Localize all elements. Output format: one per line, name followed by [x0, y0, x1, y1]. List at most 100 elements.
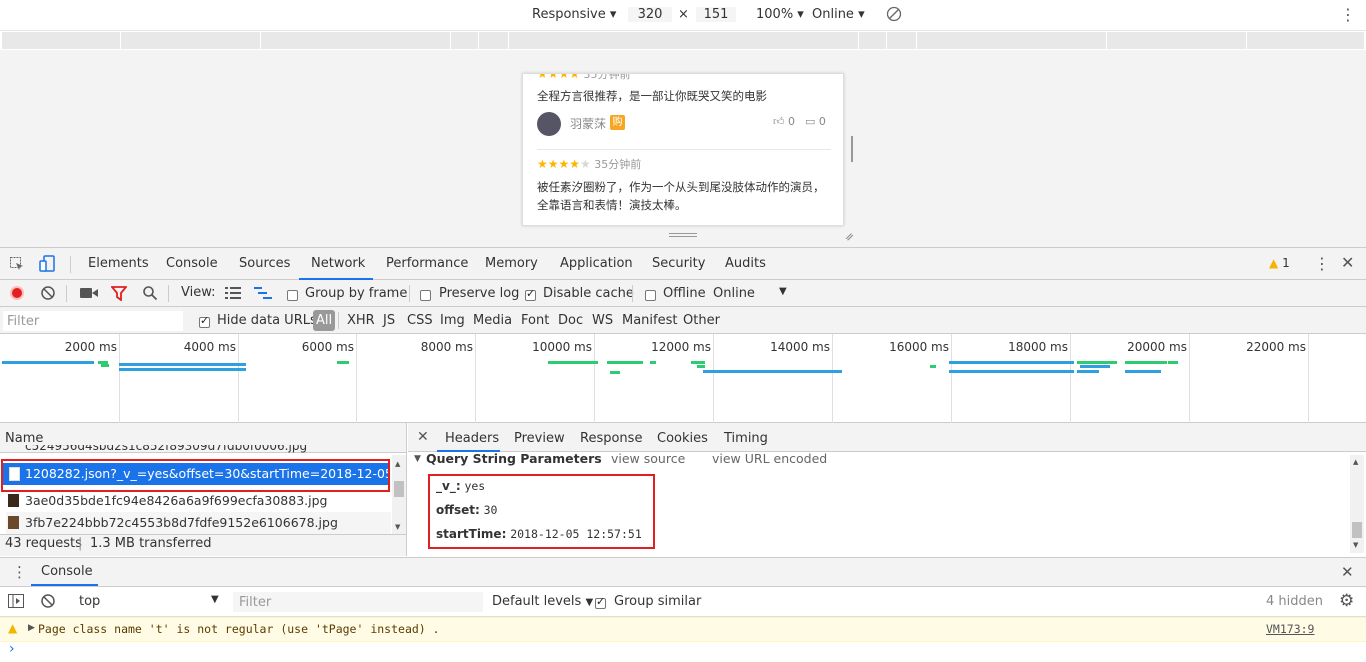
log-levels-select[interactable]: Default levels ▼	[492, 594, 593, 609]
warning-counter[interactable]: ▲ 1	[1269, 256, 1290, 270]
offline-label: Offline	[663, 286, 706, 301]
console-warning-message[interactable]: ▲ ▶ Page class name 't' is not regular (…	[0, 617, 1366, 642]
offline-checkbox[interactable]	[645, 287, 656, 302]
tab-memory[interactable]: Memory	[485, 256, 538, 271]
scrollbar[interactable]: ▲ ▼	[1350, 455, 1364, 553]
avatar[interactable]	[537, 112, 561, 136]
device-toolbar-icon[interactable]	[39, 255, 55, 276]
group-by-frame-checkbox[interactable]	[287, 287, 298, 302]
more-options-icon[interactable]: ⋮	[1340, 5, 1356, 24]
type-filter-manifest[interactable]: Manifest	[622, 313, 677, 328]
view-url-encoded-link[interactable]: view URL encoded	[712, 451, 827, 466]
type-filter-xhr[interactable]: XHR	[347, 313, 375, 328]
close-devtools-icon[interactable]: ✕	[1341, 253, 1354, 272]
group-similar-checkbox[interactable]	[595, 595, 606, 610]
type-filter-all[interactable]: All	[313, 310, 335, 331]
like-button[interactable]: 👍︎ 0	[773, 115, 795, 128]
filter-icon[interactable]	[110, 286, 128, 304]
highlight-box-params	[428, 474, 655, 549]
review-comment-1: 全程方言很推荐，是一部让你既哭又笑的电影	[537, 89, 767, 103]
warning-source-link[interactable]: VM173:9	[1266, 622, 1314, 636]
type-filter-css[interactable]: CSS	[407, 313, 433, 328]
type-filter-doc[interactable]: Doc	[558, 313, 583, 328]
search-icon[interactable]	[142, 285, 158, 304]
timeline-tick-label: 12000 ms	[651, 340, 711, 354]
tab-headers[interactable]: Headers	[445, 431, 499, 446]
viewport-width-input[interactable]: 320	[628, 7, 672, 22]
close-detail-icon[interactable]: ✕	[417, 429, 429, 445]
resize-corner-icon[interactable]: ═	[842, 229, 857, 244]
preserve-log-checkbox[interactable]	[420, 287, 431, 302]
network-throttle-select[interactable]: Online ▾	[812, 7, 865, 22]
warning-text: Page class name 't' is not regular (use …	[38, 622, 440, 636]
tab-network[interactable]: Network	[311, 256, 365, 271]
name-column-header[interactable]: Name	[5, 431, 43, 446]
tab-security[interactable]: Security	[652, 256, 705, 271]
device-frame: ★★★★ 35分钟前 全程方言很推荐，是一部让你既哭又笑的电影 羽蒙莯 购 👍︎…	[522, 73, 844, 226]
image-icon	[8, 494, 19, 507]
devtools-menu-icon[interactable]: ⋮	[1314, 254, 1330, 273]
request-detail-pane: ✕ Headers Preview Response Cookies Timin…	[408, 423, 1366, 556]
resize-handle-right[interactable]	[851, 136, 853, 162]
tab-audits[interactable]: Audits	[725, 256, 766, 271]
warning-icon: ▲	[8, 621, 18, 635]
hide-data-urls-label: Hide data URLs	[217, 313, 317, 328]
type-filter-ws[interactable]: WS	[592, 313, 613, 328]
clear-icon[interactable]	[40, 285, 56, 304]
console-prompt-icon[interactable]: ›	[9, 641, 15, 657]
tab-performance[interactable]: Performance	[386, 256, 468, 271]
type-filter-js[interactable]: JS	[383, 313, 395, 328]
tab-elements[interactable]: Elements	[88, 256, 149, 271]
throttling-select[interactable]: Online ▼	[713, 286, 787, 301]
device-mode-select[interactable]: Responsive ▾	[532, 7, 616, 22]
dimension-separator: ×	[678, 7, 689, 22]
view-label: View:	[181, 285, 216, 300]
reply-button[interactable]: ▭ 0	[805, 115, 826, 128]
collapse-triangle-icon[interactable]: ▼	[414, 454, 421, 464]
scrollbar[interactable]: ▲ ▼	[392, 455, 406, 535]
drawer-menu-icon[interactable]: ⋮	[12, 563, 27, 581]
inspect-element-icon[interactable]	[9, 256, 25, 275]
table-row[interactable]: 3ae0d35bde1fc94e8426a6a9f699ecfa30883.jp…	[6, 490, 391, 512]
hide-data-urls-checkbox[interactable]	[199, 314, 210, 329]
viewport-height-input[interactable]: 151	[696, 7, 736, 22]
console-filter-input[interactable]: Filter	[233, 592, 483, 612]
large-rows-icon[interactable]	[225, 287, 241, 302]
tab-console-drawer[interactable]: Console	[41, 564, 93, 579]
tab-console[interactable]: Console	[166, 256, 218, 271]
context-select[interactable]: top ▼	[79, 594, 219, 609]
rotate-icon[interactable]	[886, 6, 902, 26]
type-filter-other[interactable]: Other	[683, 313, 720, 328]
filter-input[interactable]: Filter	[3, 311, 183, 331]
timeline-tick-label: 6000 ms	[301, 340, 354, 354]
network-toolbar: View: Group by frame Preserve log Disabl…	[0, 280, 1366, 307]
tab-timing[interactable]: Timing	[724, 431, 768, 446]
waterfall-overview-icon[interactable]	[254, 287, 272, 302]
console-settings-gear-icon[interactable]: ⚙	[1339, 591, 1354, 611]
tab-preview[interactable]: Preview	[514, 431, 565, 446]
type-filter-img[interactable]: Img	[440, 313, 465, 328]
tab-sources[interactable]: Sources	[239, 256, 290, 271]
tab-response[interactable]: Response	[580, 431, 642, 446]
network-overview-timeline[interactable]: 2000 ms 4000 ms 6000 ms 8000 ms 10000 ms…	[0, 334, 1366, 423]
review-username[interactable]: 羽蒙莯	[570, 115, 606, 132]
tab-cookies[interactable]: Cookies	[657, 431, 708, 446]
section-title[interactable]: Query String Parameters	[426, 451, 602, 466]
resize-handle-bottom[interactable]	[669, 233, 697, 237]
expand-triangle-icon[interactable]: ▶	[28, 623, 35, 633]
table-row[interactable]: c524956d4sbd2s1c852f89309d7fdb0f0006.jpg	[6, 445, 391, 455]
type-filter-font[interactable]: Font	[521, 313, 549, 328]
clear-console-icon[interactable]	[40, 593, 56, 612]
show-sidebar-icon[interactable]	[8, 594, 24, 611]
filter-bar: Filter Hide data URLs All XHR JS CSS Img…	[0, 307, 1366, 334]
disable-cache-checkbox[interactable]	[525, 287, 536, 302]
tab-application[interactable]: Application	[560, 256, 633, 271]
type-filter-media[interactable]: Media	[473, 313, 512, 328]
zoom-select[interactable]: 100% ▾	[756, 7, 804, 22]
view-source-link[interactable]: view source	[611, 451, 685, 466]
close-drawer-icon[interactable]: ✕	[1341, 563, 1354, 581]
table-row[interactable]: 3fb7e224bbb72c4553b8d7fdfe9152e6106678.j…	[6, 512, 391, 534]
record-icon[interactable]	[10, 286, 24, 300]
review-time-top: ★★★★ 35分钟前	[537, 73, 631, 81]
screenshot-camera-icon[interactable]	[80, 287, 98, 302]
